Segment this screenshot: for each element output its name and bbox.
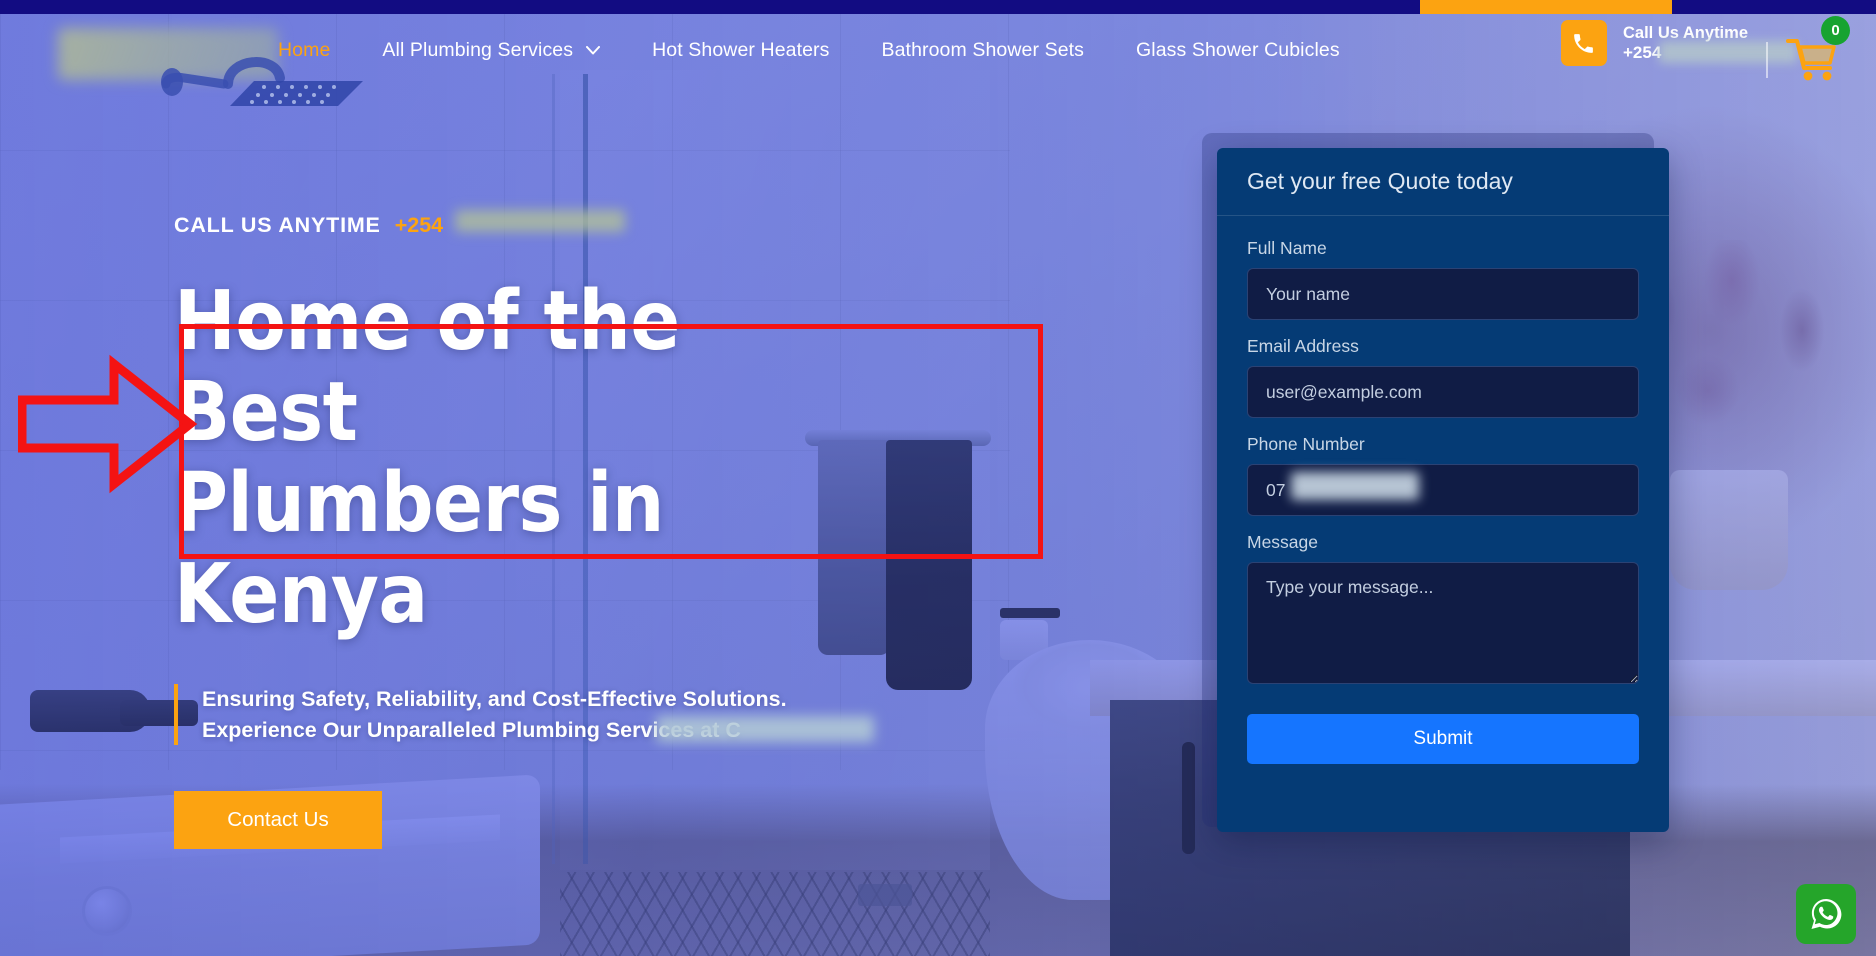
main-navigation: Home All Plumbing Services Hot Shower He… bbox=[252, 14, 1366, 86]
nav-item-hot-shower-heaters[interactable]: Hot Shower Heaters bbox=[626, 14, 855, 86]
submit-button[interactable]: Submit bbox=[1247, 714, 1639, 764]
header-phone-number: +254 bbox=[1622, 40, 1797, 64]
cart-button[interactable]: 0 bbox=[1784, 16, 1850, 86]
contact-us-button[interactable]: Contact Us bbox=[174, 791, 382, 850]
nav-item-bathroom-shower-sets[interactable]: Bathroom Shower Sets bbox=[856, 14, 1111, 86]
top-accent-strip-highlight bbox=[1420, 0, 1672, 14]
nav-item-home[interactable]: Home bbox=[252, 14, 356, 86]
hero-eyebrow: CALL US ANYTIME +254 bbox=[174, 210, 1074, 238]
top-accent-strip bbox=[0, 0, 1876, 14]
hero-subtitle: Ensuring Safety, Reliability, and Cost-E… bbox=[174, 684, 874, 746]
nav-item-all-plumbing-services-label: All Plumbing Services bbox=[382, 39, 574, 61]
whatsapp-float-button[interactable] bbox=[1796, 884, 1856, 944]
email-address-input[interactable] bbox=[1247, 366, 1639, 418]
header-phone-block[interactable]: Call Us Anytime +254 bbox=[1560, 20, 1797, 66]
message-textarea[interactable] bbox=[1247, 562, 1639, 684]
hero-title-line2: Plumbers in Kenya bbox=[174, 456, 664, 643]
quote-form-body: Full Name Email Address Phone Number Mes… bbox=[1217, 216, 1669, 764]
phone-number-label: Phone Number bbox=[1247, 434, 1365, 454]
cart-count-badge: 0 bbox=[1821, 16, 1850, 45]
hero-eyebrow-phone: +254 bbox=[394, 213, 444, 237]
nav-item-glass-shower-cubicles-label: Glass Shower Cubicles bbox=[1136, 39, 1340, 61]
email-address-label: Email Address bbox=[1247, 336, 1359, 356]
header-phone-label: Call Us Anytime bbox=[1622, 23, 1748, 42]
hero-eyebrow-phone-redaction bbox=[455, 210, 626, 232]
phone-number-input[interactable] bbox=[1247, 464, 1639, 516]
phone-icon-button[interactable] bbox=[1560, 20, 1607, 66]
header-phone-number-prefix: +254 bbox=[1622, 42, 1662, 62]
page-root: Home All Plumbing Services Hot Shower He… bbox=[0, 0, 1876, 956]
phone-icon bbox=[1574, 33, 1594, 53]
header-phone-text: Call Us Anytime +254 bbox=[1622, 23, 1797, 64]
nav-item-home-label: Home bbox=[278, 39, 331, 61]
nav-item-all-plumbing-services[interactable]: All Plumbing Services bbox=[356, 14, 626, 86]
quote-form-title: Get your free Quote today bbox=[1217, 148, 1669, 216]
page-title: Home of the Best Plumbers in Kenya bbox=[174, 276, 874, 640]
header-divider bbox=[1766, 42, 1768, 78]
chevron-down-icon bbox=[586, 45, 601, 54]
header-phone-number-redaction bbox=[1658, 40, 1797, 63]
full-name-label: Full Name bbox=[1247, 238, 1327, 258]
hero-subtitle-redaction bbox=[656, 716, 874, 743]
hero-title-line1: Home of the Best bbox=[174, 274, 680, 461]
full-name-input[interactable] bbox=[1247, 268, 1639, 320]
nav-item-glass-shower-cubicles[interactable]: Glass Shower Cubicles bbox=[1110, 14, 1366, 86]
site-header: Home All Plumbing Services Hot Shower He… bbox=[0, 14, 1876, 106]
whatsapp-icon bbox=[1811, 899, 1842, 929]
hero-content: CALL US ANYTIME +254 Home of the Best Pl… bbox=[174, 210, 1074, 850]
hero-eyebrow-label: CALL US ANYTIME bbox=[174, 213, 381, 237]
message-label: Message bbox=[1247, 532, 1319, 552]
nav-item-hot-shower-heaters-label: Hot Shower Heaters bbox=[652, 39, 830, 61]
nav-item-bathroom-shower-sets-label: Bathroom Shower Sets bbox=[881, 39, 1085, 61]
phone-number-field-wrapper bbox=[1247, 464, 1639, 532]
quote-form-card: Get your free Quote today Full Name Emai… bbox=[1217, 148, 1669, 832]
